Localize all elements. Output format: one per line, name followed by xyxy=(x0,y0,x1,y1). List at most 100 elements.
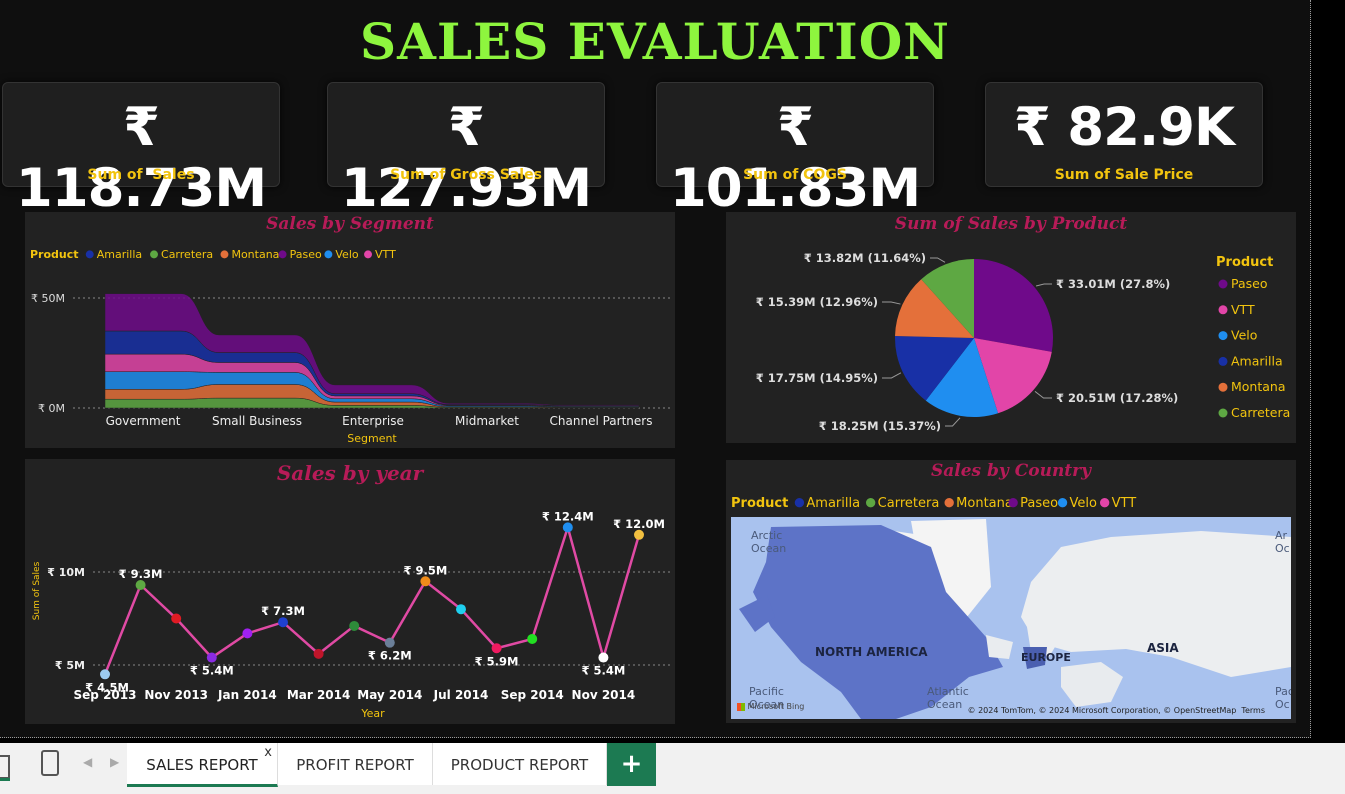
tab-profit-report[interactable]: PROFIT REPORT xyxy=(278,743,433,785)
y-tick-label: ₹ 50M xyxy=(31,292,65,305)
legend-marker xyxy=(85,250,94,259)
data-point[interactable] xyxy=(278,617,288,628)
report-canvas: SALES EVALUATION ₹ 118.73M Sum of Sales … xyxy=(0,0,1311,738)
data-point[interactable] xyxy=(420,576,431,587)
pie-leader-line xyxy=(1035,283,1052,287)
x-tick-label: Jul 2014 xyxy=(433,688,489,702)
legend-item[interactable]: Amarilla xyxy=(1231,353,1283,368)
x-axis-label: Segment xyxy=(347,432,397,445)
legend-item[interactable]: Carretera xyxy=(878,496,940,511)
year-chart-panel[interactable]: Sales by year ₹ 5M ₹ 10M ₹ 4.5M ₹ 9.3M ₹ 5.4… xyxy=(25,459,675,724)
kpi-value: ₹ 101.83M xyxy=(669,97,921,219)
data-point[interactable] xyxy=(384,637,395,648)
kpi-value: ₹ 82.9K xyxy=(1013,97,1235,158)
pie-slice-paseo[interactable] xyxy=(974,259,1053,352)
kpi-card-sale-price[interactable]: ₹ 82.9K Sum of Sale Price xyxy=(985,82,1263,187)
pie-data-label: ₹ 13.82M (11.64%) xyxy=(804,251,926,265)
data-point[interactable] xyxy=(562,522,573,533)
map-label-arctic-ocean-edge: Ar Oc xyxy=(1275,529,1290,555)
legend-item[interactable]: Carretera xyxy=(161,248,213,261)
legend-item[interactable]: Velo xyxy=(1070,496,1097,511)
product-pie-panel[interactable]: Sum of Sales by Product ₹ 33.01M (27.8%)… xyxy=(726,212,1296,443)
legend-marker xyxy=(1218,356,1228,366)
map-label-pacific-ocean-edge: Pac Oc xyxy=(1275,685,1291,711)
data-point[interactable] xyxy=(598,652,609,663)
x-tick-label: Jan 2014 xyxy=(217,688,277,702)
x-tick-label: Mar 2014 xyxy=(287,688,351,702)
mobile-view-icon[interactable] xyxy=(41,750,59,776)
map-label-arctic-ocean: Arctic Ocean xyxy=(751,529,787,555)
kpi-card-cogs[interactable]: ₹ 101.83M Sum of COGS xyxy=(656,82,934,219)
country-map-legend: Product Amarilla Carretera Montana Paseo Velo… xyxy=(731,496,1137,511)
data-point[interactable] xyxy=(527,633,538,644)
data-point[interactable] xyxy=(171,613,182,624)
kpi-card-sales[interactable]: ₹ 118.73M Sum of Sales xyxy=(2,82,280,219)
segment-chart-panel[interactable]: Sales by Segment Product Amarilla Carreter… xyxy=(25,212,675,448)
kpi-label: Sum of COGS xyxy=(743,167,847,183)
x-tick-label: Midmarket xyxy=(455,414,519,428)
legend-item[interactable]: Montana xyxy=(956,496,1013,511)
legend-item[interactable]: Paseo xyxy=(1020,496,1058,511)
data-label: ₹ 5.9M xyxy=(475,654,519,668)
kpi-card-gross-sales[interactable]: ₹ 127.93M Sum of Gross Sales xyxy=(327,82,605,219)
legend-item[interactable]: Velo xyxy=(1231,328,1257,343)
legend-item[interactable]: VTT xyxy=(1112,496,1137,511)
legend-item[interactable]: VTT xyxy=(1231,302,1255,317)
map-label-europe: EUROPE xyxy=(1021,651,1071,664)
legend-item[interactable]: Velo xyxy=(335,248,358,261)
prev-page-icon[interactable]: ◀ xyxy=(83,755,92,769)
data-point[interactable] xyxy=(242,628,253,639)
close-icon[interactable]: x xyxy=(264,731,272,775)
data-label: ₹ 5.4M xyxy=(581,664,625,678)
kpi-label: Sum of Sale Price xyxy=(1054,167,1194,183)
segment-chart: Product Amarilla Carretera Montana Paseo Velo… xyxy=(30,248,670,445)
data-point[interactable] xyxy=(349,620,360,631)
tab-product-report[interactable]: PRODUCT REPORT xyxy=(433,743,607,785)
legend-item[interactable]: Paseo xyxy=(1231,276,1268,291)
legend-marker xyxy=(1099,498,1110,508)
map-view[interactable]: Arctic Ocean Ar Oc NORTH AMERICA EUROPE … xyxy=(731,517,1291,719)
kpi-label: Sum of Gross Sales xyxy=(390,167,542,183)
y-axis-label: Sum of Sales xyxy=(32,561,42,620)
legend-title: Product xyxy=(731,496,788,511)
data-point[interactable] xyxy=(491,643,502,654)
legend-marker xyxy=(944,498,954,508)
next-page-icon[interactable]: ▶ xyxy=(110,755,119,769)
country-map-title: Sales by Country xyxy=(930,461,1091,481)
pie-leader-line xyxy=(930,257,946,263)
x-tick-label: Channel Partners xyxy=(550,414,653,428)
data-point[interactable] xyxy=(135,580,146,591)
pie-leader-line xyxy=(882,301,901,305)
country-map-panel[interactable]: Sales by Country Product Amarilla Carreter… xyxy=(726,460,1296,723)
legend-item[interactable]: Carretera xyxy=(1231,405,1290,420)
pie-leader-line xyxy=(945,417,961,427)
page-view-icon[interactable] xyxy=(0,755,10,779)
tab-sales-report[interactable]: SALES REPORT x xyxy=(127,743,278,787)
legend-item[interactable]: VTT xyxy=(375,248,396,261)
add-page-button[interactable]: + xyxy=(607,743,656,786)
legend-marker xyxy=(324,250,333,259)
x-tick-label: May 2014 xyxy=(357,688,422,702)
data-point[interactable] xyxy=(456,604,466,615)
data-point[interactable] xyxy=(206,652,217,663)
legend-item[interactable]: Paseo xyxy=(290,248,322,261)
pie-data-label: ₹ 33.01M (27.8%) xyxy=(1056,277,1170,291)
tab-bar: ◀ ▶ SALES REPORT x PROFIT REPORT PRODUCT… xyxy=(0,743,1345,794)
data-label: ₹ 5.4M xyxy=(190,664,234,678)
legend-item[interactable]: Amarilla xyxy=(97,248,142,261)
legend-title: Product xyxy=(30,248,79,261)
data-point[interactable] xyxy=(313,648,324,659)
x-tick-label: Sep 2013 xyxy=(74,688,137,702)
y-tick-label: ₹ 10M xyxy=(47,566,85,579)
legend-item[interactable]: Amarilla xyxy=(806,496,860,511)
legend-marker xyxy=(1218,279,1228,289)
data-point[interactable] xyxy=(100,669,110,680)
legend-marker xyxy=(794,498,805,508)
pie-data-label: ₹ 15.39M (12.96%) xyxy=(756,295,878,309)
legend-item[interactable]: Montana xyxy=(1231,379,1286,394)
legend-item[interactable]: Montana xyxy=(231,248,279,261)
data-label: ₹ 12.4M xyxy=(542,509,594,523)
data-point[interactable] xyxy=(634,529,644,540)
pie-leader-line xyxy=(882,372,902,379)
x-tick-label: Enterprise xyxy=(342,414,404,428)
